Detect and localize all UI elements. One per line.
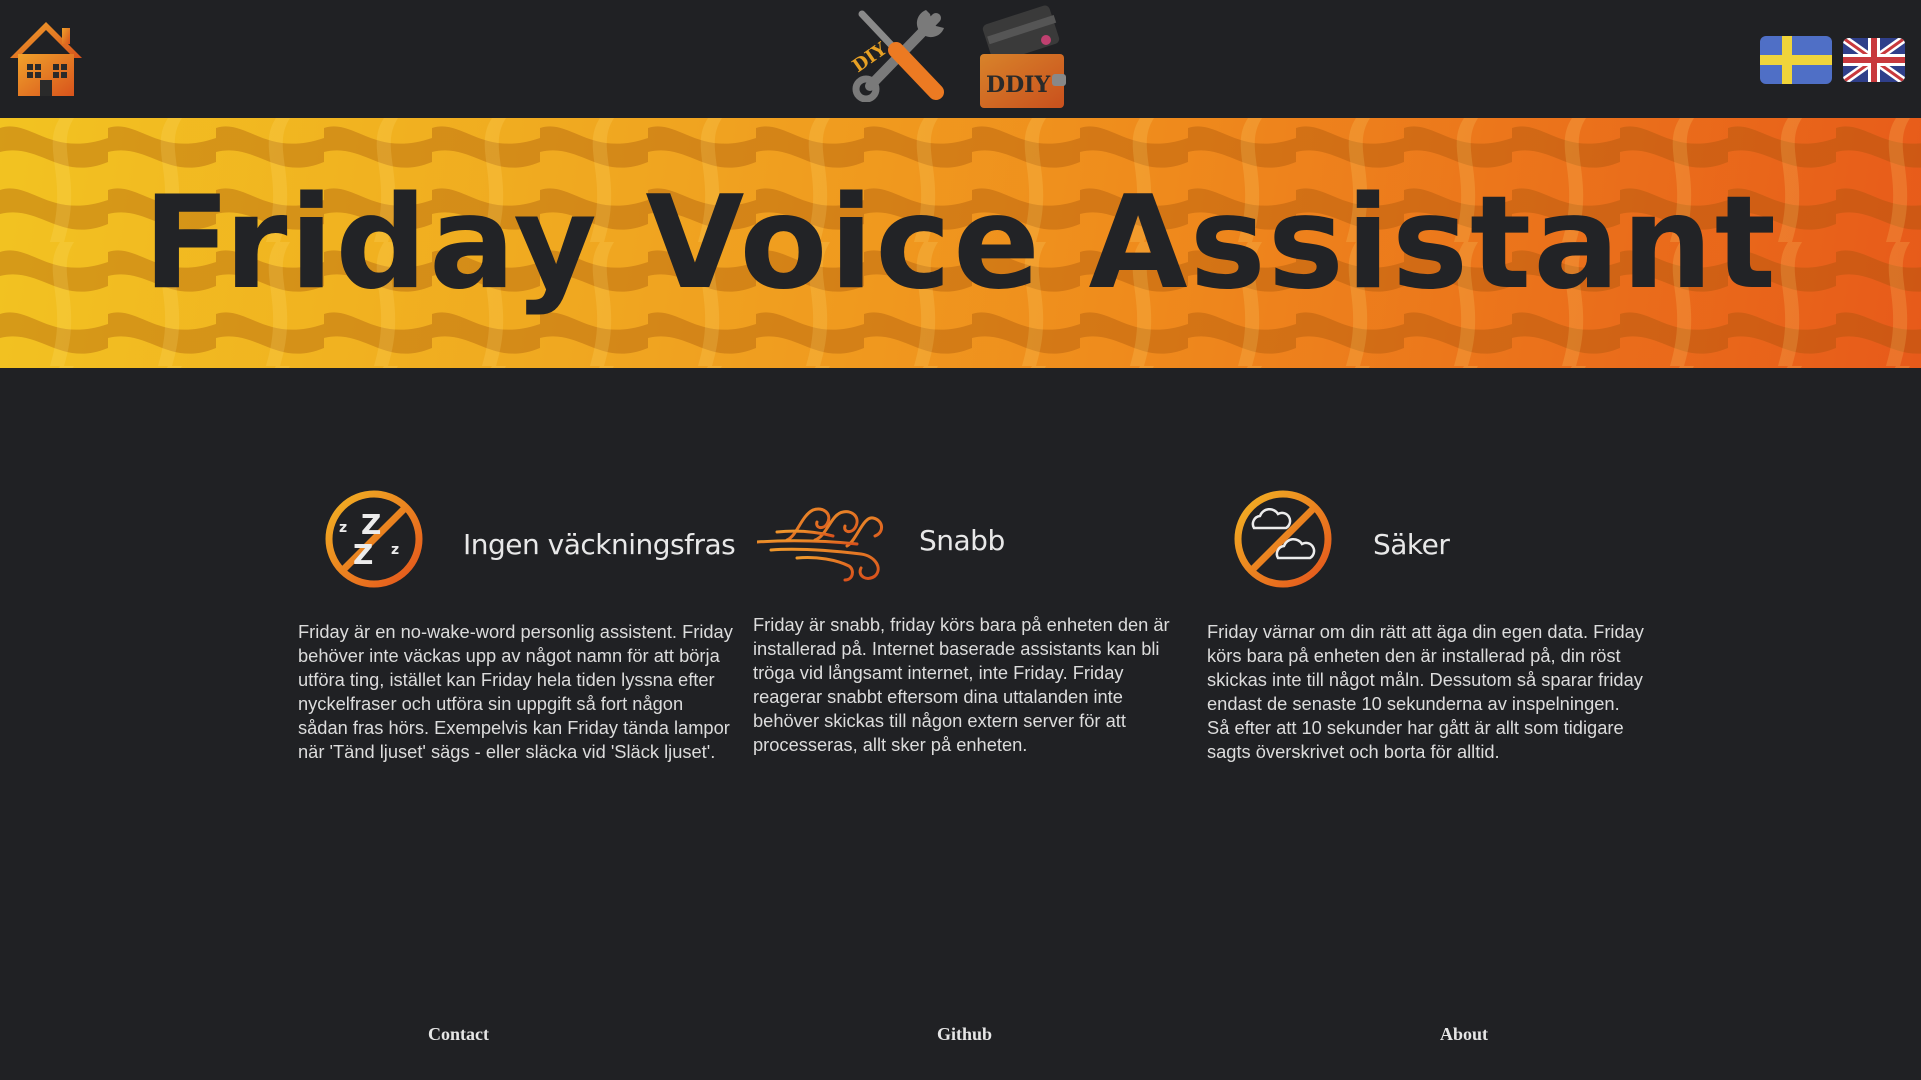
feature-description: Friday är snabb, friday körs bara på enh… (753, 614, 1170, 755)
no-cloud-icon (1234, 490, 1332, 588)
no-sleep-icon: z Z Z z (325, 490, 423, 588)
feature-title: Ingen väckningsfras (463, 528, 736, 561)
feature-title: Snabb (919, 524, 1005, 557)
diy-tools-logo[interactable]: DIY (848, 6, 948, 103)
svg-text:z: z (391, 542, 399, 558)
svg-text:Z: Z (361, 508, 381, 541)
svg-text:Z: Z (353, 538, 373, 571)
feature-title: Säker (1373, 528, 1450, 561)
feature-description: Friday är en no-wake-word personlig assi… (298, 621, 733, 762)
feature-description: Friday värnar om din rätt att äga din eg… (1207, 621, 1644, 762)
footer-contact-link[interactable]: Contact (428, 1024, 489, 1045)
page-title: Friday Voice Assistant (143, 168, 1778, 318)
wind-icon (757, 507, 883, 582)
top-navigation-bar: DIY DDIY (0, 0, 1921, 118)
hero-banner: Friday Voice Assistant (0, 118, 1921, 368)
home-icon[interactable] (8, 18, 84, 100)
feature-fast: Snabb Friday är snabb, friday körs bara … (753, 488, 1193, 755)
feature-secure: Säker Friday värnar om din rätt att äga … (1207, 488, 1647, 762)
feature-no-wake-word: z Z Z z Ingen väckningsfras Friday är en… (298, 488, 738, 762)
sweden-flag-icon[interactable] (1760, 36, 1832, 84)
ddiy-wallet-logo[interactable]: DDIY (976, 4, 1068, 108)
svg-text:z: z (339, 520, 347, 536)
footer-github-link[interactable]: Github (937, 1024, 992, 1045)
ddiy-logo-text: DDIY (986, 72, 1050, 98)
uk-flag-icon[interactable] (1843, 38, 1905, 82)
footer-about-link[interactable]: About (1440, 1024, 1488, 1045)
